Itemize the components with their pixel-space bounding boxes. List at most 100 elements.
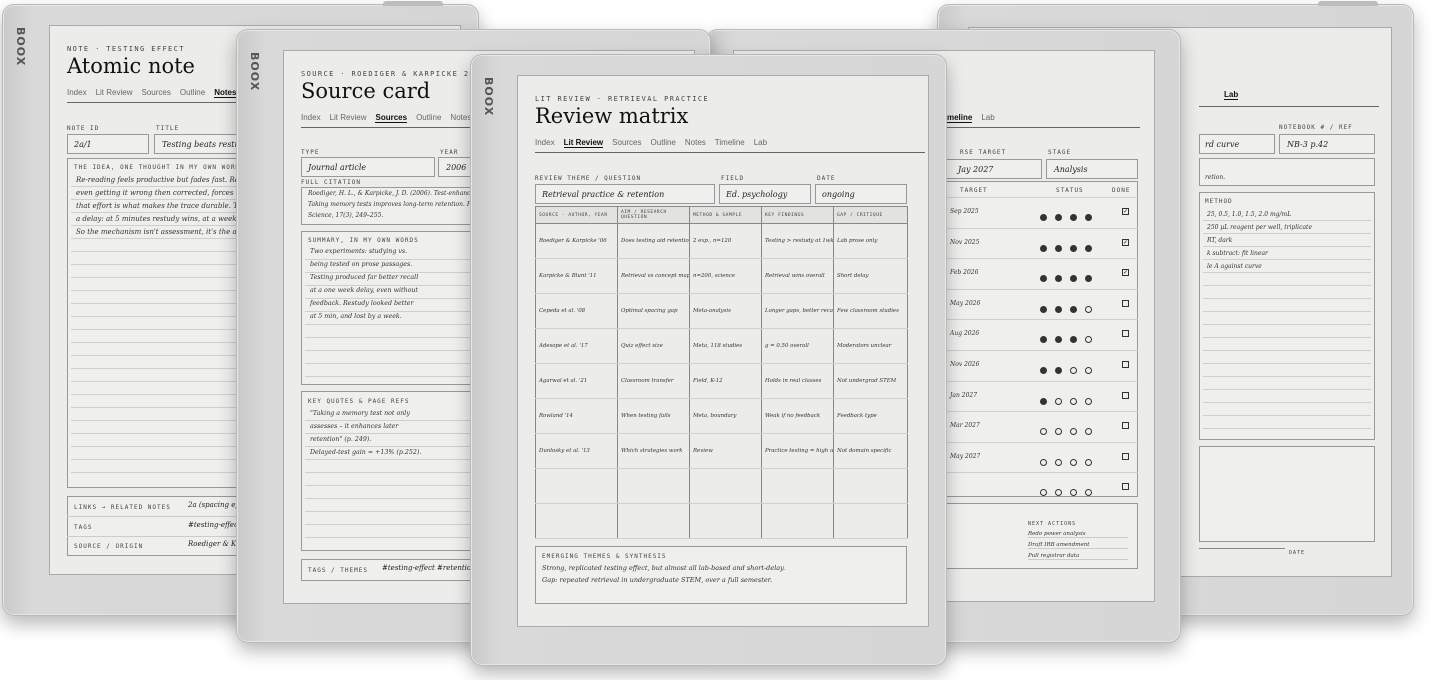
status-dot-empty-icon[interactable] — [1070, 489, 1077, 497]
table-cell[interactable]: Moderators unclear — [833, 328, 908, 364]
table-cell[interactable]: Not domain specific — [833, 433, 908, 469]
device-power-button[interactable] — [1318, 1, 1378, 6]
status-dot-filled-icon[interactable] — [1040, 305, 1047, 313]
table-cell[interactable]: Field, K-12 — [689, 363, 762, 399]
table-cell[interactable]: Feedback type — [833, 398, 908, 434]
table-row[interactable]: Agarwal et al. '21 Classroom transfer Fiel… — [535, 363, 908, 399]
table-row[interactable] — [535, 503, 908, 539]
status-dot-filled-icon[interactable] — [1070, 305, 1077, 313]
milestone-row[interactable]: Nov 2025 ✓ — [944, 227, 1138, 259]
status-dot-empty-icon[interactable] — [1055, 397, 1062, 405]
table-cell[interactable]: Retrieval vs concept maps — [617, 258, 690, 294]
status-dot-filled-icon[interactable] — [1055, 244, 1062, 252]
status-dot-empty-icon[interactable] — [1040, 489, 1047, 497]
table-cell[interactable]: Not undergrad STEM — [833, 363, 908, 399]
table-cell[interactable]: Longer gaps, better recall — [761, 293, 834, 329]
tab-outline[interactable]: Outline — [651, 138, 676, 148]
table-cell[interactable]: Meta, 118 studies — [689, 328, 762, 364]
status-dot-empty-icon[interactable] — [1070, 458, 1077, 466]
status-dot-empty-icon[interactable] — [1085, 336, 1092, 344]
table-cell[interactable] — [689, 468, 762, 504]
table-cell[interactable]: Meta, boundary — [689, 398, 762, 434]
results-box[interactable] — [1199, 446, 1375, 542]
status-dot-empty-icon[interactable] — [1040, 428, 1047, 436]
checkbox-checked-icon[interactable]: ✓ — [1122, 208, 1129, 215]
status-dot-filled-icon[interactable] — [1070, 214, 1077, 221]
table-cell[interactable] — [833, 468, 908, 504]
status-dot-filled-icon[interactable] — [1040, 397, 1047, 405]
table-row[interactable]: Rowland '14 When testing fails Meta, bound… — [535, 398, 908, 434]
status-dot-filled-icon[interactable] — [1055, 336, 1062, 344]
table-cell[interactable]: Lab prose only — [833, 223, 908, 259]
status-dot-empty-icon[interactable] — [1085, 489, 1092, 497]
status-dot-empty-icon[interactable] — [1055, 458, 1062, 466]
status-dot-empty-icon[interactable] — [1085, 458, 1092, 466]
tab-notes[interactable]: Notes — [685, 138, 706, 148]
status-dot-filled-icon[interactable] — [1040, 214, 1047, 221]
table-cell[interactable] — [689, 503, 762, 539]
milestone-row[interactable]: Mar 2027 — [944, 411, 1138, 442]
tab-timeline[interactable]: Timeline — [715, 138, 745, 148]
table-cell[interactable]: Practice testing = high utility — [761, 433, 834, 469]
table-cell[interactable]: Karpicke & Blunt '11 — [535, 258, 618, 294]
checkbox-checked-icon[interactable]: ✓ — [1122, 269, 1129, 277]
table-cell[interactable]: Agarwal et al. '21 — [535, 363, 618, 399]
table-cell[interactable] — [761, 503, 834, 539]
table-cell[interactable]: g = 0.50 overall — [761, 328, 834, 364]
table-row[interactable]: Dunlosky et al. '13 Which strategies work… — [535, 433, 908, 469]
status-dot-filled-icon[interactable] — [1055, 366, 1062, 374]
checkbox-empty-icon[interactable] — [1122, 360, 1129, 368]
table-cell[interactable]: Classroom transfer — [617, 363, 690, 399]
tab-lab[interactable]: Lab — [754, 138, 767, 148]
status-dot-filled-icon[interactable] — [1040, 366, 1047, 374]
status-dot-filled-icon[interactable] — [1070, 244, 1077, 252]
status-dot-empty-icon[interactable] — [1085, 305, 1092, 313]
checkbox-empty-icon[interactable] — [1122, 330, 1129, 338]
table-cell[interactable]: Does testing aid retention? — [617, 223, 690, 259]
table-row[interactable]: Adesope et al. '17 Quiz effect size Meta, … — [535, 328, 908, 364]
tab-lit-review[interactable]: Lit Review — [563, 138, 604, 148]
tab-index[interactable]: Index — [301, 113, 321, 123]
milestone-row[interactable]: May 2026 — [944, 288, 1138, 320]
status-dot-filled-icon[interactable] — [1070, 275, 1077, 283]
milestone-row[interactable] — [944, 472, 1138, 503]
status-dot-filled-icon[interactable] — [1040, 336, 1047, 344]
milestone-row[interactable]: Sep 2025 ✓ — [944, 197, 1138, 228]
table-cell[interactable] — [761, 468, 834, 504]
status-dot-filled-icon[interactable] — [1055, 305, 1062, 313]
table-row[interactable]: Roediger & Karpicke '06 Does testing aid … — [535, 223, 908, 259]
status-dot-empty-icon[interactable] — [1040, 458, 1047, 466]
checkbox-empty-icon[interactable] — [1122, 422, 1129, 430]
tab-lab[interactable]: Lab — [1224, 90, 1239, 100]
status-dot-filled-icon[interactable] — [1055, 275, 1062, 283]
status-dot-filled-icon[interactable] — [1085, 275, 1092, 283]
checkbox-empty-icon[interactable] — [1122, 299, 1129, 307]
table-cell[interactable]: When testing fails — [617, 398, 690, 434]
table-cell[interactable] — [535, 468, 618, 504]
table-cell[interactable]: Review — [689, 433, 762, 469]
status-dot-empty-icon[interactable] — [1055, 489, 1062, 497]
milestone-row[interactable]: Nov 2026 — [944, 349, 1138, 381]
table-cell[interactable]: Optimal spacing gap — [617, 293, 690, 329]
purpose-box[interactable] — [1199, 158, 1375, 186]
tab-outline[interactable]: Outline — [416, 113, 441, 123]
tab-lit-review[interactable]: Lit Review — [330, 113, 367, 123]
table-cell[interactable]: 2 exp., n=120 — [689, 223, 762, 259]
table-cell[interactable]: Holds in real classes — [761, 363, 834, 399]
table-cell[interactable] — [617, 503, 690, 539]
status-dot-filled-icon[interactable] — [1070, 336, 1077, 344]
table-cell[interactable]: Meta-analysis — [689, 293, 762, 329]
table-cell[interactable]: Cepeda et al. '08 — [535, 293, 618, 329]
status-dot-empty-icon[interactable] — [1085, 397, 1092, 405]
status-dot-filled-icon[interactable] — [1085, 214, 1092, 221]
milestone-row[interactable]: May 2027 — [944, 441, 1138, 473]
tab-outline[interactable]: Outline — [180, 88, 205, 98]
tab-lab[interactable]: Lab — [981, 113, 994, 123]
status-dot-filled-icon[interactable] — [1055, 214, 1062, 221]
table-cell[interactable]: Dunlosky et al. '13 — [535, 433, 618, 469]
status-dot-empty-icon[interactable] — [1085, 428, 1092, 436]
table-cell[interactable]: Adesope et al. '17 — [535, 328, 618, 364]
table-cell[interactable]: Weak if no feedback — [761, 398, 834, 434]
status-dot-filled-icon[interactable] — [1040, 275, 1047, 283]
status-dot-empty-icon[interactable] — [1085, 366, 1092, 374]
